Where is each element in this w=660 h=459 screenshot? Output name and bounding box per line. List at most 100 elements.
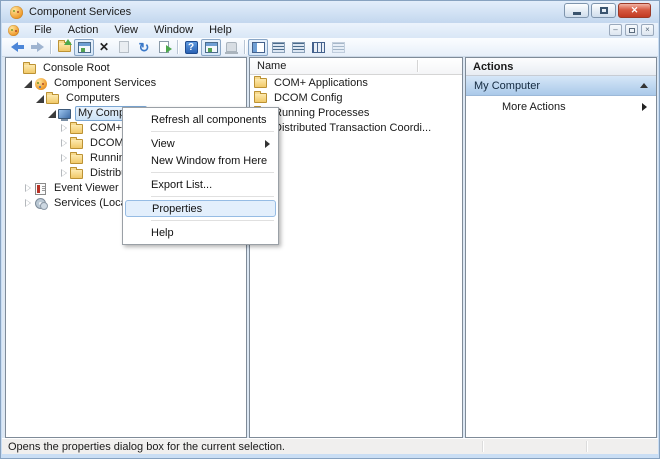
- restore-icon: [629, 28, 635, 33]
- forward-icon[interactable]: [27, 39, 47, 56]
- menu-separator: [151, 220, 274, 221]
- toolbar-separator: [50, 40, 51, 54]
- tree-label: Console Root: [40, 62, 113, 75]
- collapse-icon[interactable]: [640, 83, 648, 88]
- console-tree-toggle-icon[interactable]: [248, 39, 268, 56]
- expander-collapsed-icon[interactable]: [58, 153, 69, 164]
- rows-shape: [292, 42, 305, 53]
- export-list-icon[interactable]: [154, 39, 174, 56]
- context-menu-item-new-window-from-here[interactable]: New Window from Here: [125, 152, 276, 169]
- properties-disabled-icon: [114, 39, 134, 56]
- list-label: DCOM Config: [271, 92, 345, 105]
- expander-collapsed-icon[interactable]: [22, 198, 33, 209]
- refresh-icon[interactable]: ↻: [134, 39, 154, 56]
- back-icon[interactable]: [7, 39, 27, 56]
- window-title: Component Services: [29, 6, 131, 18]
- more-actions-label: More Actions: [502, 101, 566, 113]
- com-icon: [33, 78, 48, 90]
- com-app-icon: [10, 6, 23, 19]
- menu-view[interactable]: View: [106, 23, 146, 38]
- extension-rows-view2-icon[interactable]: [288, 39, 308, 56]
- doc-shape: [159, 41, 169, 53]
- window-shape: [78, 42, 91, 53]
- expander-collapsed-icon[interactable]: [58, 123, 69, 134]
- list-item-running-processes[interactable]: Running Processes: [250, 106, 462, 120]
- show-hide-console-tree-icon[interactable]: [74, 39, 94, 56]
- delete-icon[interactable]: ✕: [94, 39, 114, 56]
- list-label: Distributed Transaction Coordi...: [271, 122, 434, 135]
- extension-rows-view-icon[interactable]: [268, 39, 288, 56]
- event-viewer-icon: [33, 183, 48, 195]
- folder-icon: [45, 94, 60, 104]
- menu-window[interactable]: Window: [146, 23, 201, 38]
- question-glyph: ?: [185, 41, 198, 54]
- child-minimize-button[interactable]: –: [609, 24, 622, 36]
- menu-item-label: New Window from Here: [151, 155, 267, 167]
- submenu-arrow-icon: [642, 103, 647, 111]
- folder-icon: [69, 124, 84, 134]
- services-icon: [33, 198, 48, 209]
- tree-item-component-services[interactable]: Component Services: [6, 76, 246, 91]
- results-list-pane: Name COM+ Applications DCOM Config Runni…: [249, 57, 463, 438]
- expander-collapsed-icon[interactable]: [58, 138, 69, 149]
- context-menu-item-export-list[interactable]: Export List...: [125, 176, 276, 193]
- menu-action[interactable]: Action: [60, 23, 107, 38]
- column-header-name: Name: [250, 60, 286, 72]
- menu-separator: [151, 196, 274, 197]
- menu-item-label: Properties: [152, 203, 202, 215]
- menu-separator: [151, 131, 274, 132]
- context-menu-item-help[interactable]: Help: [125, 224, 276, 241]
- menu-item-label: Export List...: [151, 179, 212, 191]
- list-item-dcom-config[interactable]: DCOM Config: [250, 91, 462, 105]
- column-divider[interactable]: [417, 60, 418, 72]
- folder-icon: [69, 169, 84, 179]
- child-restore-button[interactable]: [625, 24, 638, 36]
- context-menu-item-view[interactable]: View: [125, 135, 276, 152]
- grid-view-icon[interactable]: [308, 39, 328, 56]
- minimize-button[interactable]: [564, 3, 589, 18]
- up-arrow: [64, 39, 72, 45]
- menubar: File Action View Window Help – ×: [2, 23, 658, 38]
- folder-up-icon[interactable]: [54, 39, 74, 56]
- menu-item-label: Help: [151, 227, 174, 239]
- help-icon[interactable]: ?: [181, 39, 201, 56]
- menu-file[interactable]: File: [26, 23, 60, 38]
- list-item-com-plus-applications[interactable]: COM+ Applications: [250, 76, 462, 90]
- actions-pane: Actions My Computer More Actions: [465, 57, 657, 438]
- close-button[interactable]: ✕: [618, 3, 651, 18]
- actions-section-my-computer[interactable]: My Computer: [466, 76, 656, 96]
- list-item-distributed-transaction-coordinator[interactable]: Distributed Transaction Coordi...: [250, 121, 462, 135]
- context-menu-item-refresh-all-components[interactable]: Refresh all components: [125, 111, 276, 128]
- back-arrow-head: [11, 42, 18, 52]
- back-arrow-tail: [18, 45, 24, 49]
- expander-expanded-icon[interactable]: [46, 108, 57, 119]
- menu-help[interactable]: Help: [201, 23, 240, 38]
- list-label: COM+ Applications: [271, 77, 371, 90]
- expander-collapsed-icon[interactable]: [22, 183, 33, 194]
- tree-item-computers[interactable]: Computers: [6, 91, 246, 106]
- expander-expanded-icon[interactable]: [34, 93, 45, 104]
- context-menu-item-properties[interactable]: Properties: [125, 200, 276, 217]
- status-window-icon[interactable]: [201, 39, 221, 56]
- panel-shape: [252, 42, 265, 53]
- folder-shape: [58, 42, 71, 52]
- menu-separator: [151, 172, 274, 173]
- maximize-icon: [600, 7, 608, 14]
- titlebar[interactable]: Component Services ✕: [1, 1, 659, 23]
- child-close-button[interactable]: ×: [641, 24, 654, 36]
- computer-icon: [57, 109, 72, 119]
- list-column-header[interactable]: Name: [250, 58, 462, 75]
- folder-icon: [69, 154, 84, 164]
- folder-icon: [253, 78, 268, 88]
- maximize-button[interactable]: [591, 3, 616, 18]
- minimize-icon: [573, 12, 581, 15]
- expander-collapsed-icon[interactable]: [58, 168, 69, 179]
- tree-item-console-root[interactable]: Console Root: [6, 61, 246, 76]
- status-bar: Opens the properties dialog box for the …: [2, 438, 658, 454]
- forward-arrow-head: [37, 42, 44, 52]
- doc-shape: [119, 41, 129, 53]
- child-window-controls: – ×: [609, 24, 654, 36]
- more-actions-item[interactable]: More Actions: [466, 96, 656, 118]
- status-separator: [586, 441, 587, 452]
- expander-expanded-icon[interactable]: [22, 78, 33, 89]
